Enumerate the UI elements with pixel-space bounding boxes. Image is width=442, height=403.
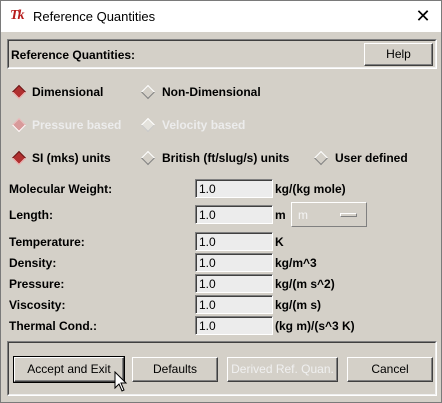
header-panel: Reference Quantities: Help (7, 39, 437, 69)
pressure-based-label: Pressure based (32, 118, 122, 132)
dimensional-radio[interactable] (11, 84, 27, 100)
help-button[interactable]: Help (364, 43, 433, 66)
field-label-pressure: Pressure: (9, 277, 65, 291)
header-title: Reference Quantities: (11, 48, 136, 62)
si-units-label[interactable]: SI (mks) units (32, 151, 111, 165)
field-label-temperature: Temperature: (9, 235, 85, 249)
field-label-viscosity: Viscosity: (9, 298, 66, 312)
dimensional-label[interactable]: Dimensional (32, 85, 103, 99)
length-unit-menubutton: m (291, 202, 367, 227)
temperature-input[interactable]: 1.0 (195, 232, 273, 251)
dialog-content: Reference Quantities: Help Dimensional N… (2, 32, 440, 401)
british-units-label[interactable]: British (ft/slug/s) units (162, 151, 289, 165)
velocity-based-radio (140, 117, 156, 133)
field-label-molecular-weight: Molecular Weight: (9, 182, 113, 196)
button-panel: Accept and Exit Defaults Derived Ref. Qu… (7, 341, 437, 396)
user-defined-label[interactable]: User defined (335, 151, 408, 165)
unit-length: m (275, 208, 286, 222)
accept-and-exit-button[interactable]: Accept and Exit (13, 356, 125, 383)
title-bar[interactable]: Tk Reference Quantities ✕ (1, 1, 441, 32)
mouse-cursor-icon (114, 371, 128, 392)
non-dimensional-label[interactable]: Non-Dimensional (162, 85, 261, 99)
field-label-length: Length: (9, 208, 53, 222)
pressure-based-radio (11, 117, 27, 133)
unit-thermal-cond: (kg m)/(s^3 K) (275, 319, 355, 333)
close-icon[interactable]: ✕ (411, 4, 435, 28)
window-title: Reference Quantities (33, 9, 156, 24)
velocity-based-label: Velocity based (162, 118, 246, 132)
menubutton-indicator-icon (340, 213, 357, 217)
density-input[interactable]: 1.0 (195, 253, 273, 272)
length-input[interactable]: 1.0 (195, 205, 273, 224)
molecular-weight-input[interactable]: 1.0 (195, 179, 273, 198)
field-label-density: Density: (9, 256, 57, 270)
defaults-button[interactable]: Defaults (132, 357, 218, 382)
non-dimensional-radio[interactable] (140, 84, 156, 100)
derived-ref-quan-button: Derived Ref. Quan. (227, 357, 338, 382)
unit-density: kg/m^3 (275, 256, 317, 270)
british-units-radio[interactable] (140, 150, 156, 166)
user-defined-radio[interactable] (313, 150, 329, 166)
pressure-input[interactable]: 1.0 (195, 274, 273, 293)
unit-temperature: K (275, 235, 284, 249)
si-units-radio[interactable] (11, 150, 27, 166)
unit-viscosity: kg/(m s) (275, 298, 322, 312)
unit-molecular-weight: kg/(kg mole) (275, 182, 346, 196)
thermal-cond-input[interactable]: 1.0 (195, 316, 273, 335)
viscosity-input[interactable]: 1.0 (195, 295, 273, 314)
reference-quantities-window: Tk Reference Quantities ✕ Reference Quan… (0, 0, 442, 403)
field-label-thermal-cond: Thermal Cond.: (9, 319, 98, 333)
unit-pressure: kg/(m s^2) (275, 277, 335, 291)
tk-logo-icon: Tk (10, 8, 25, 23)
length-unit-menu-value: m (298, 208, 308, 222)
cancel-button[interactable]: Cancel (347, 357, 433, 382)
